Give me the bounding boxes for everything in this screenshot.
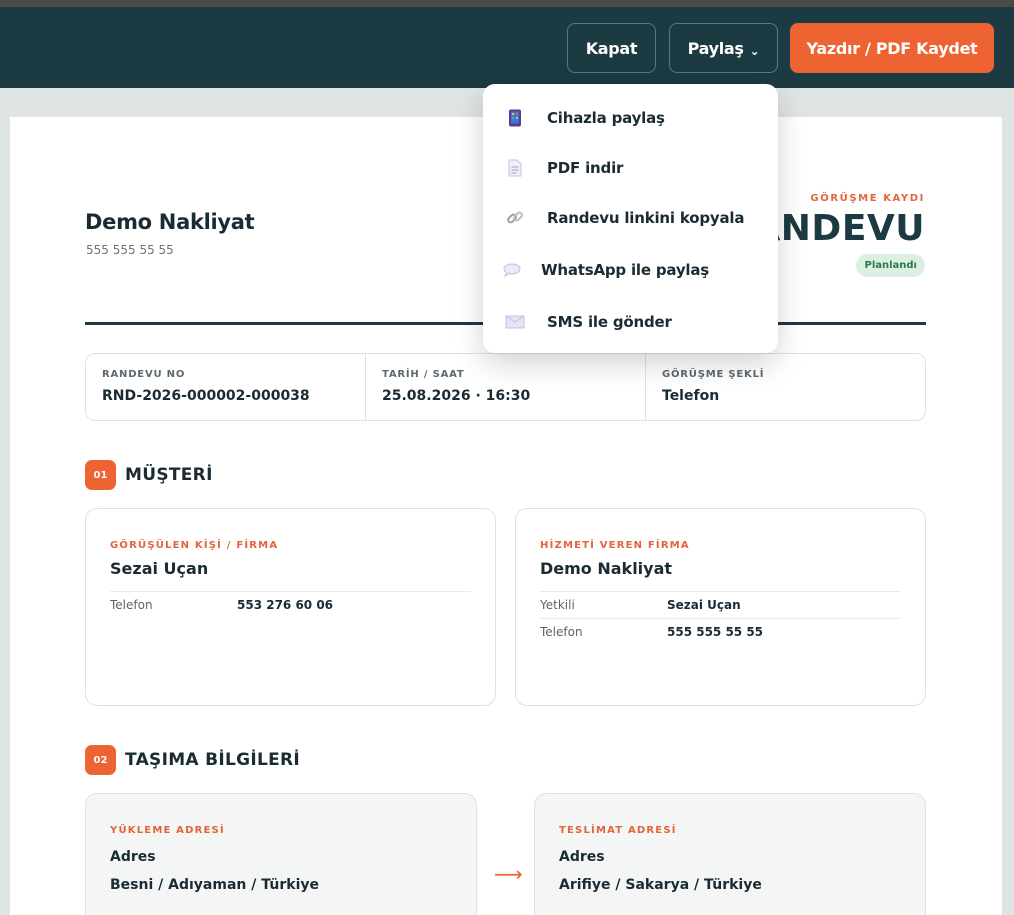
close-button[interactable]: Kapat: [567, 23, 656, 73]
phone-icon: [483, 109, 547, 127]
document-icon: [483, 159, 547, 177]
section-number: 01: [85, 460, 116, 490]
provider-name: Demo Nakliyat: [540, 559, 901, 592]
envelope-icon: [483, 315, 547, 329]
share-dropdown-menu: Cihazla paylaş PDF indir Randevu linkini…: [483, 84, 778, 353]
chevron-down-icon: ⌄: [749, 44, 760, 58]
info-appointment-no: RANDEVU NO RND-2026-000002-000038: [86, 354, 366, 420]
provider-row-phone: Telefon 555 555 55 55: [540, 625, 764, 639]
delivery-address: Arifiye / Sakarya / Türkiye: [559, 877, 762, 893]
pickup-address-card: YÜKLEME ADRESİ Adres Besni / Adıyaman / …: [85, 793, 477, 915]
customer-card: GÖRÜŞÜLEN KİŞİ / FİRMA Sezai Uçan Telefo…: [85, 508, 496, 706]
window-top-edge: [0, 0, 1014, 7]
status-badge: Planlandı: [856, 254, 925, 277]
section-title: MÜŞTERİ: [125, 465, 213, 485]
menu-item-device-share[interactable]: Cihazla paylaş: [483, 98, 778, 138]
arrow-right-icon: ⟶: [494, 862, 523, 886]
company-phone: 555 555 55 55: [86, 243, 174, 257]
delivery-address-card: TESLİMAT ADRESİ Adres Arifiye / Sakarya …: [534, 793, 926, 915]
customer-name: Sezai Uçan: [110, 559, 471, 592]
menu-item-pdf-download[interactable]: PDF indir: [483, 148, 778, 188]
menu-item-sms[interactable]: SMS ile gönder: [483, 302, 778, 342]
info-date-time: TARİH / SAAT 25.08.2026 · 16:30: [366, 354, 646, 420]
company-name: Demo Nakliyat: [85, 210, 255, 234]
info-meeting-type: GÖRÜŞME ŞEKLİ Telefon: [662, 369, 765, 404]
toolbar: Kapat Paylaş ⌄ Yazdır / PDF Kaydet: [0, 7, 1014, 88]
section-transport-heading: 02 TAŞIMA BİLGİLERİ: [85, 745, 300, 775]
section-title: TAŞIMA BİLGİLERİ: [125, 750, 301, 770]
provider-card: HİZMETİ VEREN FİRMA Demo Nakliyat Yetkil…: [515, 508, 926, 706]
customer-row-phone: Telefon 553 276 60 06: [110, 598, 334, 612]
menu-item-copy-link[interactable]: Randevu linkini kopyala: [483, 198, 778, 238]
document-kicker: GÖRÜŞME KAYDI: [810, 193, 925, 204]
appointment-info-box: RANDEVU NO RND-2026-000002-000038 TARİH …: [85, 353, 926, 421]
pickup-address: Besni / Adıyaman / Türkiye: [110, 877, 320, 893]
section-customer-heading: 01 MÜŞTERİ: [85, 460, 213, 490]
link-icon: [483, 209, 547, 227]
section-number: 02: [85, 745, 116, 775]
menu-item-whatsapp[interactable]: WhatsApp ile paylaş: [483, 250, 778, 290]
chat-bubble-icon: [483, 263, 541, 277]
provider-row-contact: Yetkili Sezai Uçan: [540, 592, 901, 619]
share-button[interactable]: Paylaş ⌄: [669, 23, 778, 73]
print-pdf-button[interactable]: Yazdır / PDF Kaydet: [790, 23, 994, 73]
